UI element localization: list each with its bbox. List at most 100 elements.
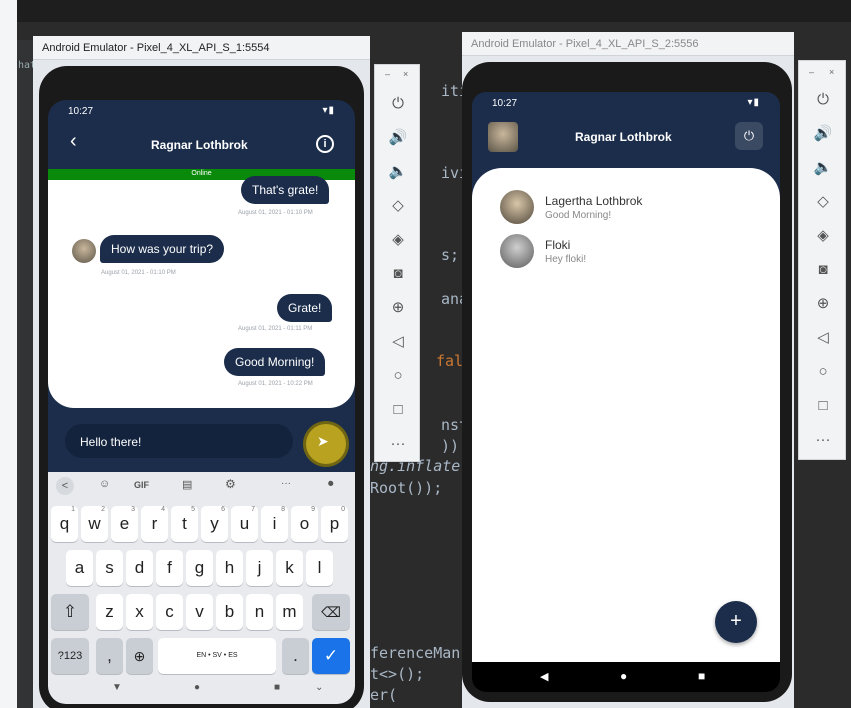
contact-avatar — [500, 234, 534, 268]
key[interactable]: i8 — [261, 506, 288, 542]
contact-last-message: Hey floki! — [545, 254, 587, 265]
key[interactable]: x — [126, 594, 153, 630]
key[interactable]: u7 — [231, 506, 258, 542]
language-key[interactable]: ⊕ — [126, 638, 153, 674]
keyboard: < ☺ GIF ▤ ⚙ ··· ⏺ q1 w2 e3 r4 t5 y6 u 7 … — [48, 472, 355, 704]
key[interactable]: g — [186, 550, 213, 586]
more-options-icon[interactable]: ··· — [281, 478, 291, 489]
keyboard-hide-icon[interactable]: ⌄ — [315, 682, 323, 693]
rotate-left-icon[interactable]: ◇ — [803, 187, 843, 217]
key[interactable]: z — [96, 594, 123, 630]
period-key[interactable]: . — [282, 638, 309, 674]
shift-key[interactable]: ⇧ — [51, 594, 89, 630]
contact-item[interactable]: Floki Hey floki! — [472, 232, 780, 278]
zoom-icon[interactable]: ⊕ — [378, 293, 418, 323]
power-icon[interactable]: ⏻ — [803, 85, 843, 115]
info-icon[interactable]: i — [316, 135, 334, 153]
send-button[interactable]: ➤ — [306, 424, 346, 464]
close-icon[interactable]: × — [403, 69, 408, 79]
key[interactable]: k — [276, 550, 303, 586]
send-icon: ➤ — [317, 433, 329, 449]
home-icon[interactable]: ○ — [378, 361, 418, 391]
signal-battery-icon: ▾▮ — [322, 105, 335, 116]
back-icon[interactable]: ◁ — [803, 323, 843, 353]
key[interactable]: s — [96, 550, 123, 586]
key[interactable]: p0 — [321, 506, 348, 542]
key[interactable]: e3 — [111, 506, 138, 542]
key[interactable]: h — [216, 550, 243, 586]
clipboard-icon[interactable]: ▤ — [182, 478, 192, 491]
nav-back-icon[interactable]: ◀ — [540, 670, 548, 683]
rotate-right-icon[interactable]: ◈ — [378, 225, 418, 255]
phone-screen: 10:27 ▾▮ ‹ Ragnar Lothbrok i Online That… — [48, 100, 355, 704]
emoji-button[interactable]: ☺ — [99, 478, 110, 490]
status-time: 10:27 — [492, 98, 518, 109]
key[interactable]: m — [276, 594, 303, 630]
new-chat-fab[interactable]: + — [715, 601, 757, 643]
rotate-left-icon[interactable]: ◇ — [378, 191, 418, 221]
overview-icon[interactable]: □ — [378, 395, 418, 425]
status-bar: 10:27 ▾▮ — [48, 100, 355, 122]
status-bar: 10:27 ▾▮ — [472, 92, 780, 114]
minimize-icon[interactable]: – — [385, 69, 390, 79]
key[interactable]: o9 — [291, 506, 318, 542]
key[interactable]: a — [66, 550, 93, 586]
symbols-key[interactable]: ?123 — [51, 638, 89, 674]
home-icon[interactable]: ○ — [803, 357, 843, 387]
contact-item[interactable]: Lagertha Lothbrok Good Morning! — [472, 188, 780, 234]
minimize-icon[interactable]: – — [809, 67, 814, 77]
key[interactable]: d — [126, 550, 153, 586]
nav-recents-icon[interactable]: ■ — [274, 682, 280, 693]
overview-icon[interactable]: □ — [803, 391, 843, 421]
message-bubble: How was your trip? — [100, 235, 225, 263]
comma-key[interactable]: , — [96, 638, 123, 674]
message-time: August 01, 2021 - 01:10 PM — [101, 270, 176, 276]
key[interactable]: n — [246, 594, 273, 630]
more-icon[interactable]: ··· — [803, 425, 843, 455]
settings-icon[interactable]: ⚙ — [225, 477, 236, 491]
contact-last-message: Good Morning! — [545, 210, 612, 221]
back-button[interactable]: ‹ — [70, 130, 77, 153]
status-time: 10:27 — [68, 106, 94, 117]
message-input[interactable]: Hello there! — [65, 424, 293, 458]
key[interactable]: l — [306, 550, 333, 586]
logout-button[interactable]: ⏻ — [735, 122, 763, 150]
backspace-key[interactable]: ⌫ — [312, 594, 350, 630]
volume-up-icon[interactable]: 🔊 — [803, 119, 843, 149]
camera-icon[interactable]: ◙ — [803, 255, 843, 285]
key[interactable]: y6 — [201, 506, 228, 542]
camera-icon[interactable]: ◙ — [378, 259, 418, 289]
key[interactable]: t5 — [171, 506, 198, 542]
profile-avatar[interactable] — [488, 122, 518, 152]
zoom-icon[interactable]: ⊕ — [803, 289, 843, 319]
close-icon[interactable]: × — [829, 67, 834, 77]
key[interactable]: w2 — [81, 506, 108, 542]
nav-bar: ◀ ● ■ — [472, 662, 780, 692]
space-key[interactable]: EN • SV • ES — [158, 638, 276, 674]
volume-up-icon[interactable]: 🔊 — [378, 123, 418, 153]
key[interactable]: v — [186, 594, 213, 630]
nav-back-icon[interactable]: ▼ — [112, 682, 122, 693]
emulator-toolbar-2: – × ⏻ 🔊 🔈 ◇ ◈ ◙ ⊕ ◁ ○ □ ··· — [798, 60, 846, 460]
enter-key[interactable]: ✓ — [312, 638, 350, 674]
gif-button[interactable]: GIF — [134, 480, 149, 490]
key[interactable]: b — [216, 594, 243, 630]
nav-home-icon[interactable]: ● — [194, 682, 200, 693]
code-line: t<>(); — [370, 665, 425, 683]
more-icon[interactable]: ··· — [378, 429, 418, 459]
key[interactable]: j — [246, 550, 273, 586]
key[interactable]: q1 — [51, 506, 78, 542]
microphone-icon[interactable]: ⏺ — [328, 478, 334, 491]
message-bubble: That's grate! — [241, 176, 330, 204]
volume-down-icon[interactable]: 🔈 — [378, 157, 418, 187]
key[interactable]: r4 — [141, 506, 168, 542]
message-bubble: Grate! — [277, 294, 333, 322]
volume-down-icon[interactable]: 🔈 — [803, 153, 843, 183]
back-icon[interactable]: ◁ — [378, 327, 418, 357]
rotate-right-icon[interactable]: ◈ — [803, 221, 843, 251]
power-icon[interactable]: ⏻ — [378, 89, 418, 119]
key[interactable]: f — [156, 550, 183, 586]
nav-recents-icon[interactable]: ■ — [698, 669, 705, 683]
key[interactable]: c — [156, 594, 183, 630]
nav-home-icon[interactable]: ● — [620, 669, 627, 683]
